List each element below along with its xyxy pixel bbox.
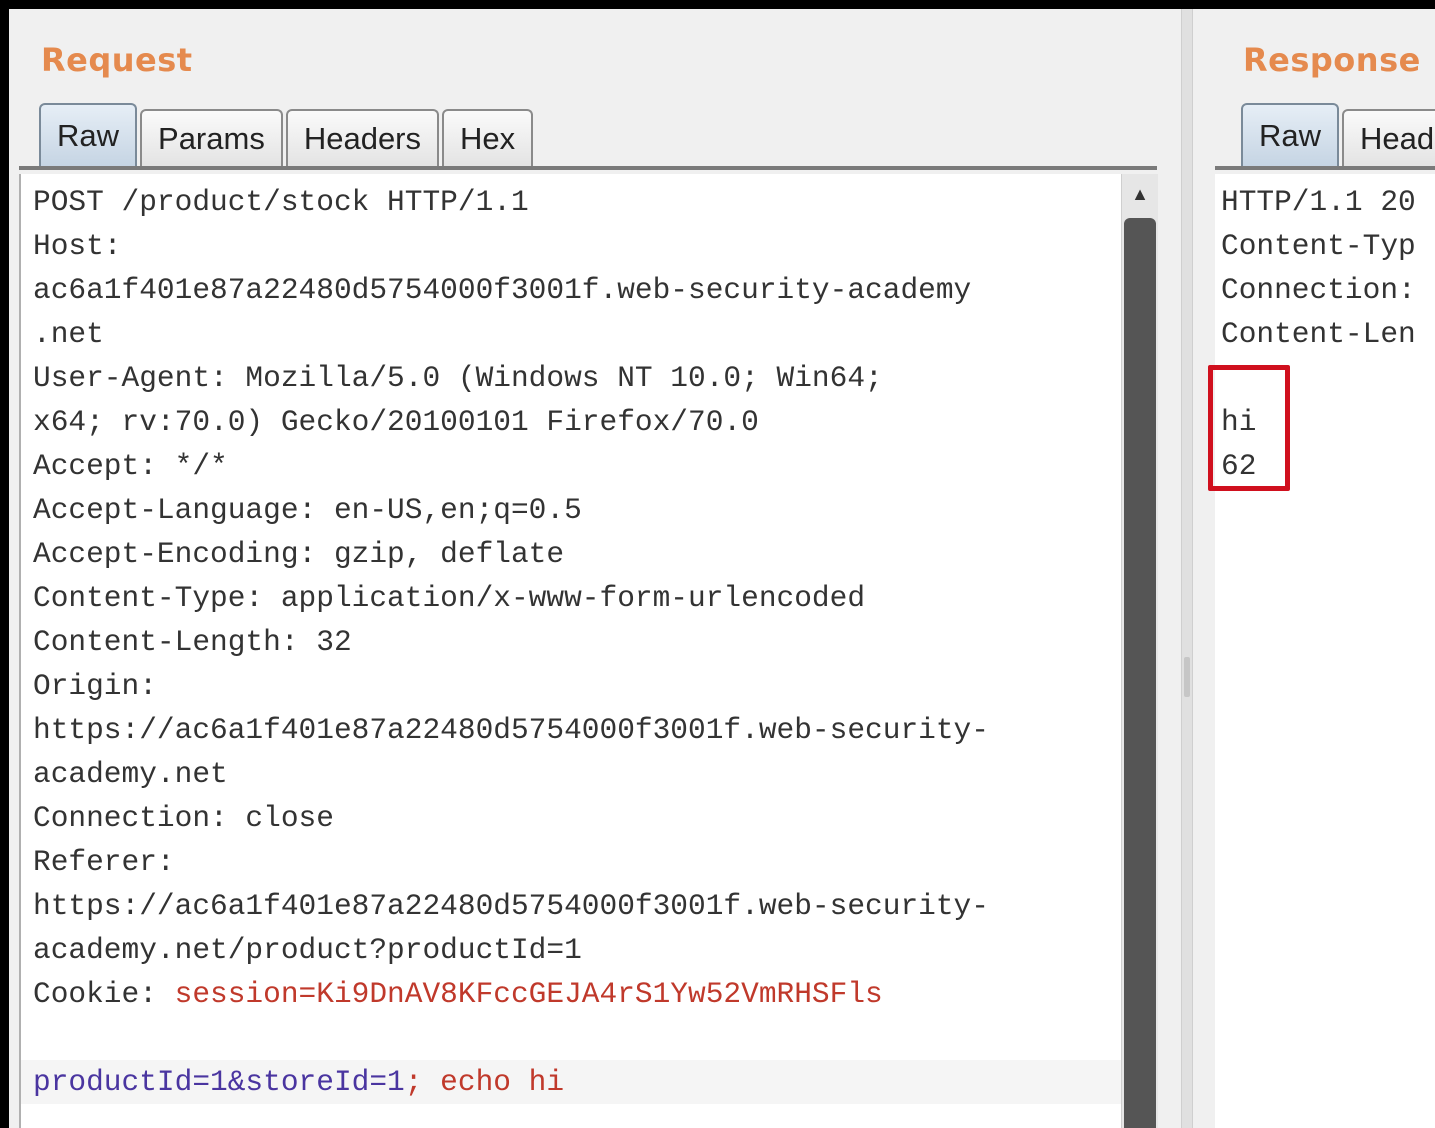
response-line: Content-Len xyxy=(1221,317,1416,351)
request-line: Accept-Language: en-US,en;q=0.5 xyxy=(33,493,582,527)
tab-response-raw[interactable]: Raw xyxy=(1241,103,1340,167)
request-line: https://ac6a1f401e87a22480d5754000f3001f… xyxy=(33,713,989,747)
request-line: Referer: xyxy=(33,845,175,879)
response-line: Content-Typ xyxy=(1221,229,1416,263)
request-line: Content-Length: 32 xyxy=(33,625,352,659)
response-tabs: Raw Head xyxy=(1241,103,1435,167)
cookie-header-name: Cookie: xyxy=(33,977,175,1011)
tab-response-headers[interactable]: Head xyxy=(1342,109,1435,167)
request-tab-underline xyxy=(19,166,1157,170)
request-panel-title: Request xyxy=(41,41,193,79)
request-line: Host: xyxy=(33,229,122,263)
cookie-session-value: session=Ki9DnAV8KFccGEJA4rS1Yw52VmRHSFls xyxy=(174,977,883,1011)
request-line: .net xyxy=(33,317,104,351)
response-panel-title: Response xyxy=(1243,41,1421,79)
request-tabs: Raw Params Headers Hex xyxy=(39,103,536,167)
request-line: Accept-Encoding: gzip, deflate xyxy=(33,537,565,571)
tab-request-raw[interactable]: Raw xyxy=(39,103,138,167)
request-line: User-Agent: Mozilla/5.0 (Windows NT 10.0… xyxy=(33,361,883,395)
divider-grip-handle[interactable] xyxy=(1184,657,1190,697)
request-body-line: productId=1&storeId=1; echo hi xyxy=(33,1060,564,1104)
tab-request-params[interactable]: Params xyxy=(140,109,283,167)
request-line: Content-Type: application/x-www-form-url… xyxy=(33,581,866,615)
burp-repeater-window: Request Raw Params Headers Hex POST /pro… xyxy=(9,9,1435,1128)
request-line: Origin: xyxy=(33,669,157,703)
response-raw-editor[interactable]: HTTP/1.1 20 Content-Typ Connection: Cont… xyxy=(1215,174,1435,1128)
split-pane-divider[interactable] xyxy=(1181,9,1193,1128)
request-line: POST /product/stock HTTP/1.1 xyxy=(33,185,529,219)
tab-request-hex[interactable]: Hex xyxy=(442,109,534,167)
tab-request-headers[interactable]: Headers xyxy=(285,109,440,167)
request-line: academy.net xyxy=(33,757,228,791)
command-output-highlight-box xyxy=(1208,365,1290,491)
request-line: x64; rv:70.0) Gecko/20100101 Firefox/70.… xyxy=(33,405,759,439)
cookie-header-line: Cookie: session=Ki9DnAV8KFccGEJA4rS1Yw52… xyxy=(33,972,883,1016)
response-line: Connection: xyxy=(1221,273,1416,307)
response-tab-underline xyxy=(1215,166,1435,170)
response-line: HTTP/1.1 20 xyxy=(1221,185,1416,219)
request-body-params: productId=1&storeId=1 xyxy=(33,1065,405,1099)
request-raw-editor[interactable]: POST /product/stock HTTP/1.1 Host: ac6a1… xyxy=(19,174,1123,1128)
request-line: ac6a1f401e87a22480d5754000f3001f.web-sec… xyxy=(33,273,972,307)
request-line: academy.net/product?productId=1 xyxy=(33,933,582,967)
request-scrollbar[interactable]: ▲ xyxy=(1121,174,1158,1128)
request-scrollbar-thumb[interactable] xyxy=(1124,218,1156,1128)
request-body-injection: ; echo hi xyxy=(404,1065,565,1099)
request-line: Connection: close xyxy=(33,801,334,835)
scroll-up-icon[interactable]: ▲ xyxy=(1126,178,1154,210)
request-line: Accept: */* xyxy=(33,449,228,483)
request-line: https://ac6a1f401e87a22480d5754000f3001f… xyxy=(33,889,989,923)
